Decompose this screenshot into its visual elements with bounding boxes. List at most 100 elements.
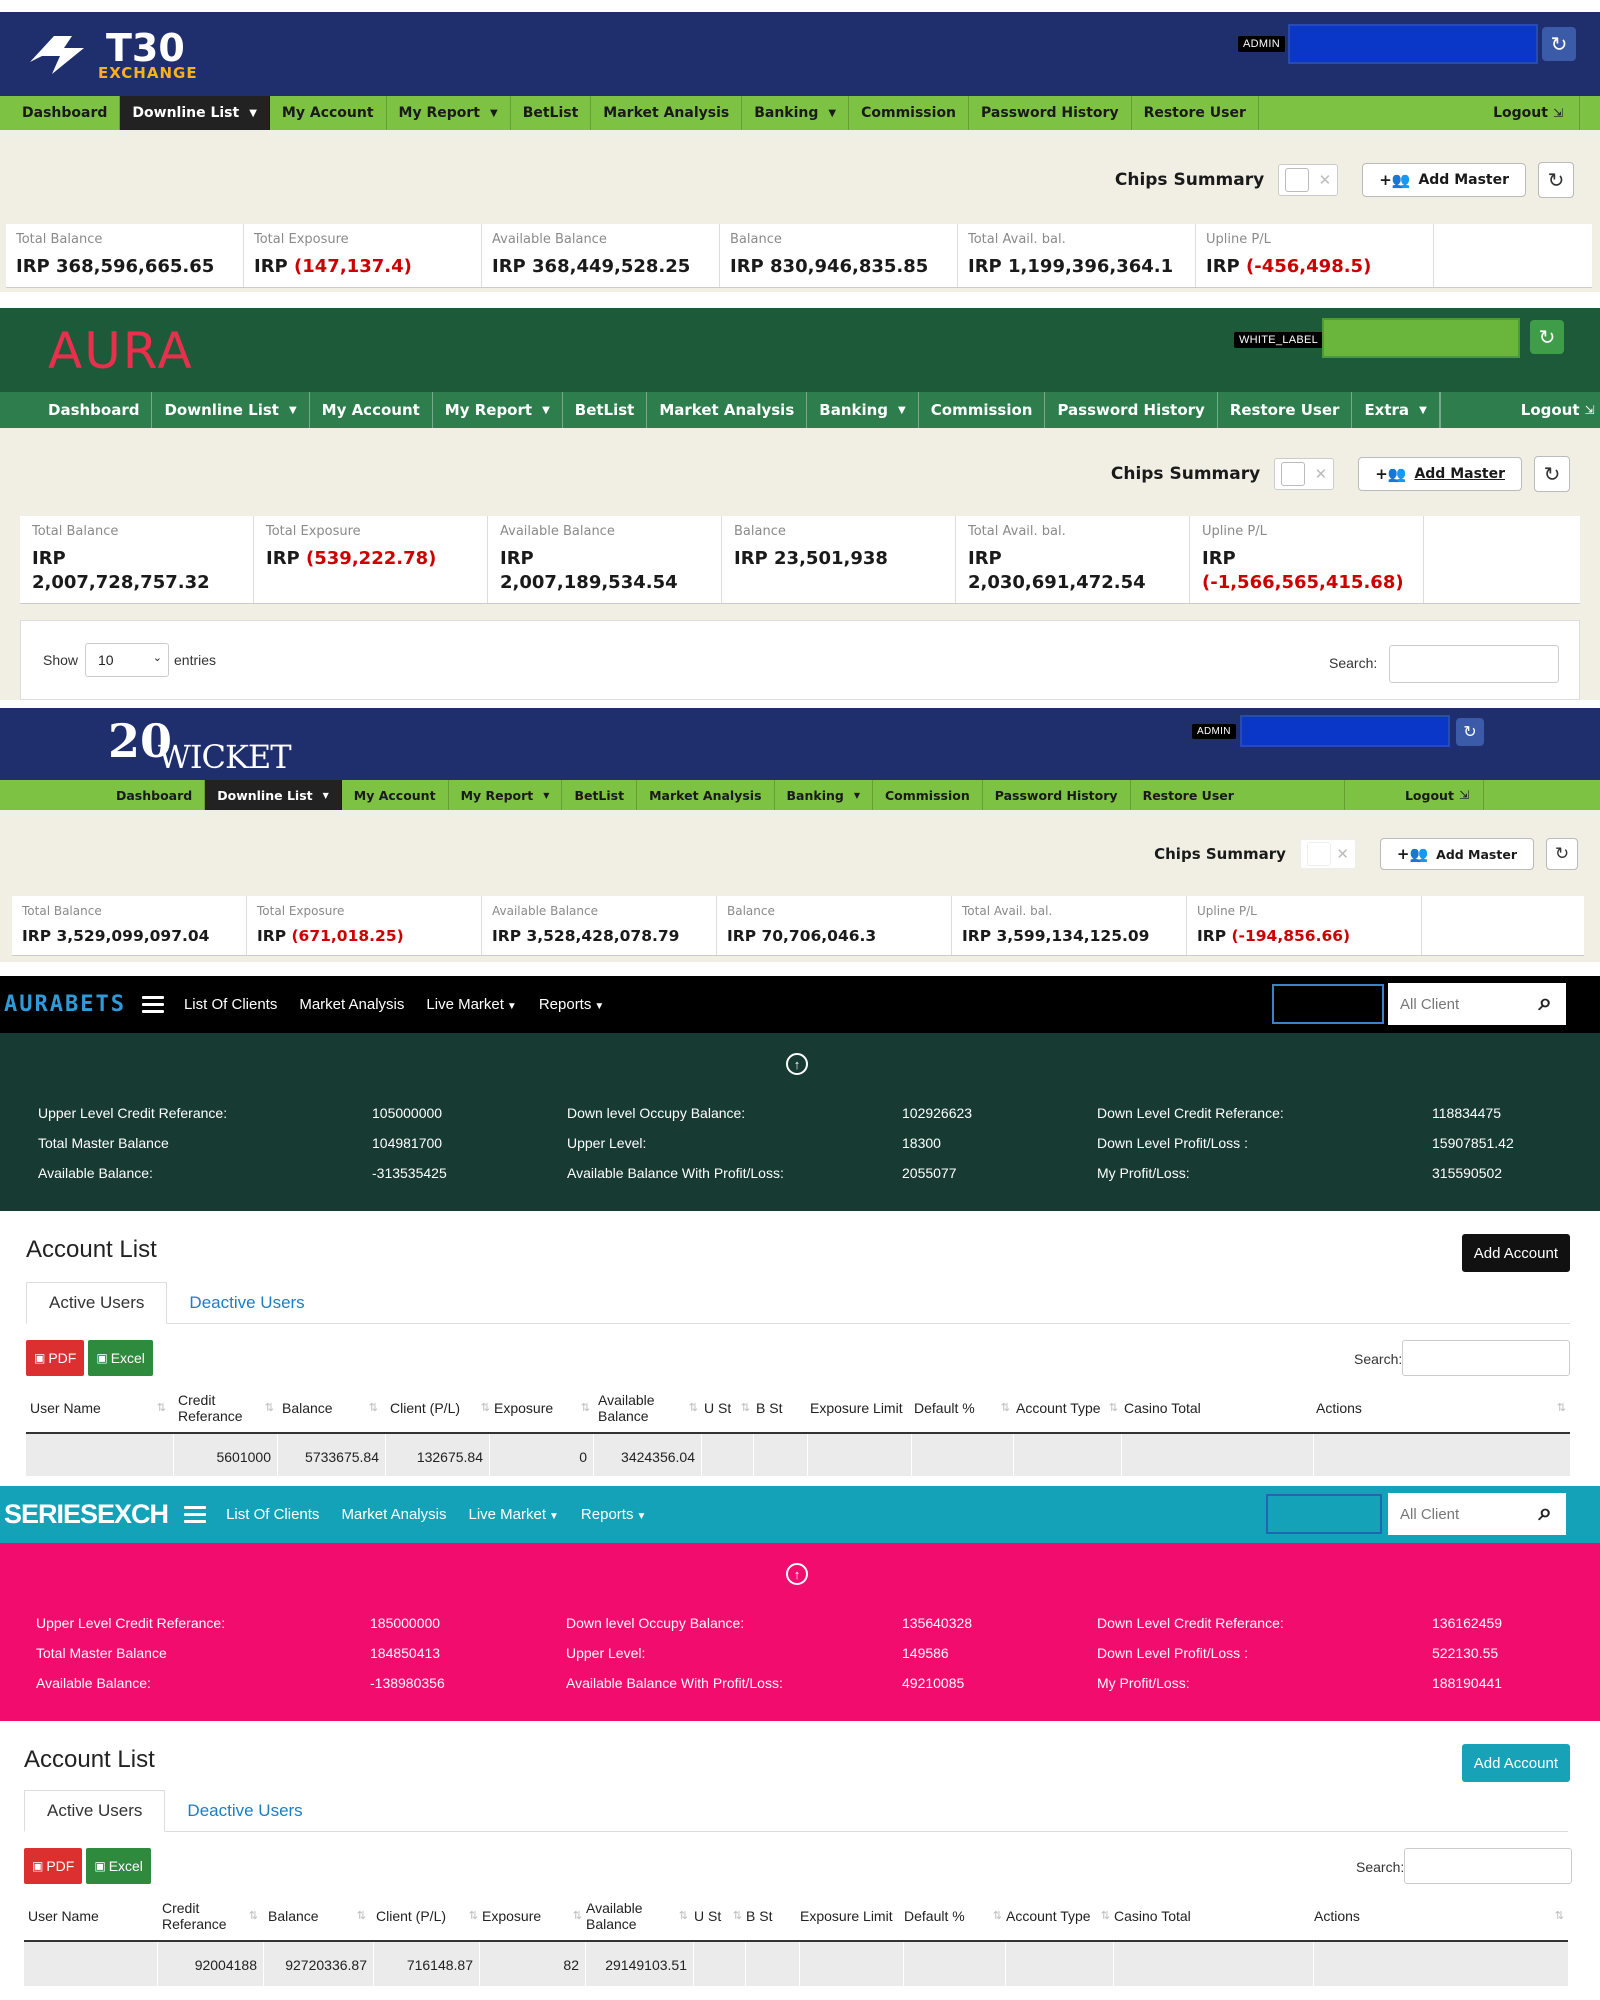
nav-restore-user[interactable]: Restore User <box>1131 780 1246 810</box>
nav-commission[interactable]: Commission <box>873 780 983 810</box>
nav-dashboard[interactable]: Dashboard <box>0 780 206 810</box>
table-row[interactable]: 92004188 92720336.87 716148.87 82 291491… <box>24 1942 1568 1986</box>
col-actions[interactable]: Actions ⇅ <box>1316 1384 1570 1432</box>
header-refresh-button[interactable]: ↻ <box>1530 320 1564 354</box>
nav-market-analysis[interactable]: Market Analysis <box>637 780 775 810</box>
refresh-button[interactable]: ↻ <box>1546 838 1578 870</box>
col-client-pl[interactable]: Client (P/L) ⇅ <box>376 1892 482 1940</box>
nav-password-history[interactable]: Password History <box>969 96 1132 130</box>
nav-market-analysis[interactable]: Market Analysis <box>341 1506 446 1523</box>
col-default-pct[interactable]: Default % ⇅ <box>904 1892 1006 1940</box>
header-refresh-button[interactable]: ↻ <box>1542 27 1576 61</box>
nav-logout[interactable]: Logout ⇲ <box>1343 780 1484 810</box>
col-casino-total[interactable]: Casino Total <box>1124 1384 1314 1432</box>
nav-reports[interactable]: Reports ▼ <box>581 1506 646 1523</box>
chips-summary-toggle[interactable]: ✕ <box>1299 839 1356 869</box>
col-exposure[interactable]: Exposure ⇅ <box>494 1384 594 1432</box>
nav-dashboard[interactable]: Dashboard <box>0 96 121 130</box>
chips-summary-toggle[interactable]: ✕ <box>1278 164 1339 196</box>
refresh-button[interactable]: ↻ <box>1534 456 1570 492</box>
col-credit-referance[interactable]: Credit Referance ⇅ <box>178 1384 278 1432</box>
tab-active-users[interactable]: Active Users <box>24 1790 166 1832</box>
col-credit-referance[interactable]: Credit Referance ⇅ <box>162 1892 262 1940</box>
col-b-st[interactable]: B St <box>746 1892 800 1940</box>
pdf-button[interactable]: ▣ PDF <box>26 1340 85 1376</box>
nav-betlist[interactable]: BetList <box>511 96 592 130</box>
col-account-type[interactable]: Account Type ⇅ <box>1016 1384 1122 1432</box>
col-available-balance[interactable]: Available Balance ⇅ <box>586 1892 692 1940</box>
nav-my-account[interactable]: My Account <box>310 392 433 428</box>
search-icon[interactable]: ⌕ <box>1539 1499 1552 1527</box>
col-available-balance[interactable]: Available Balance ⇅ <box>598 1384 702 1432</box>
nav-market-analysis[interactable]: Market Analysis <box>591 96 743 130</box>
col-exposure[interactable]: Exposure ⇅ <box>482 1892 586 1940</box>
col-default-pct[interactable]: Default % ⇅ <box>914 1384 1014 1432</box>
excel-button[interactable]: ▣ Excel <box>86 1848 151 1884</box>
nav-banking[interactable]: Banking ▼ <box>742 96 850 130</box>
entries-select[interactable]: 10 ⌄ <box>85 643 169 677</box>
col-balance[interactable]: Balance ⇅ <box>268 1892 370 1940</box>
col-u-st[interactable]: U St ⇅ <box>694 1892 746 1940</box>
table-row[interactable]: 5601000 5733675.84 132675.84 0 3424356.0… <box>26 1434 1570 1476</box>
pdf-button[interactable]: ▣ PDF <box>24 1848 83 1884</box>
nav-reports[interactable]: Reports ▼ <box>539 996 604 1013</box>
excel-button[interactable]: ▣ Excel <box>88 1340 153 1376</box>
nav-my-report[interactable]: My Report ▼ <box>387 96 511 130</box>
col-balance[interactable]: Balance ⇅ <box>282 1384 382 1432</box>
client-search-input[interactable]: All Client ⌕ <box>1388 1493 1566 1535</box>
nav-downline-list[interactable]: Downline List ▼ <box>152 392 310 428</box>
search-input[interactable] <box>1389 645 1559 683</box>
nav-logout[interactable]: Logout ⇲ <box>1477 96 1580 130</box>
nav-downline-list[interactable]: Downline List ▼ <box>120 96 270 130</box>
nav-extra[interactable]: Extra ▼ <box>1352 392 1440 428</box>
nav-downline-list[interactable]: Downline List ▼ <box>205 780 342 810</box>
nav-market-analysis[interactable]: Market Analysis <box>647 392 808 428</box>
nav-commission[interactable]: Commission <box>849 96 970 130</box>
add-account-button[interactable]: Add Account <box>1461 1234 1570 1272</box>
col-user-name[interactable]: User Name ⇅ <box>30 1384 170 1432</box>
col-actions[interactable]: Actions ⇅ <box>1314 1892 1568 1940</box>
hamburger-menu-icon[interactable] <box>141 996 164 1013</box>
refresh-button[interactable]: ↻ <box>1538 162 1574 198</box>
nav-logout[interactable]: Logout ⇲ <box>1439 392 1600 428</box>
tab-deactive-users[interactable]: Deactive Users <box>165 1790 324 1831</box>
chips-summary-toggle[interactable]: ✕ <box>1274 458 1335 490</box>
nav-live-market[interactable]: Live Market ▼ <box>468 1506 558 1523</box>
tab-active-users[interactable]: Active Users <box>26 1282 168 1324</box>
search-input[interactable] <box>1402 1340 1570 1376</box>
nav-password-history[interactable]: Password History <box>983 780 1131 810</box>
col-client-pl[interactable]: Client (P/L) ⇅ <box>390 1384 494 1432</box>
add-master-button[interactable]: +👥 Add Master <box>1379 838 1534 870</box>
nav-list-of-clients[interactable]: List Of Clients <box>226 1506 319 1523</box>
nav-list-of-clients[interactable]: List Of Clients <box>184 996 277 1013</box>
header-search-input[interactable] <box>1240 715 1450 747</box>
search-input[interactable] <box>1404 1848 1572 1884</box>
add-master-button[interactable]: +👥 Add Master <box>1362 163 1526 197</box>
nav-commission[interactable]: Commission <box>919 392 1046 428</box>
add-account-button[interactable]: Add Account <box>1461 1744 1570 1782</box>
header-search-input[interactable] <box>1322 318 1520 358</box>
col-b-st[interactable]: B St <box>756 1384 808 1432</box>
add-master-button[interactable]: +👥 Add Master <box>1358 457 1522 491</box>
col-exposure-limit[interactable]: Exposure Limit <box>810 1384 914 1432</box>
nav-my-report[interactable]: My Report ▼ <box>449 780 563 810</box>
nav-betlist[interactable]: BetList <box>563 392 648 428</box>
nav-restore-user[interactable]: Restore User <box>1218 392 1353 428</box>
collapse-up-icon[interactable]: ↑ <box>786 1053 808 1075</box>
header-select-box[interactable] <box>1272 984 1384 1024</box>
nav-password-history[interactable]: Password History <box>1045 392 1218 428</box>
nav-restore-user[interactable]: Restore User <box>1132 96 1259 130</box>
nav-my-account[interactable]: My Account <box>270 96 387 130</box>
header-refresh-button[interactable]: ↻ <box>1456 718 1484 746</box>
search-icon[interactable]: ⌕ <box>1539 989 1552 1017</box>
header-search-input[interactable] <box>1288 24 1538 64</box>
nav-my-report[interactable]: My Report ▼ <box>433 392 563 428</box>
col-user-name[interactable]: User Name <box>28 1892 156 1940</box>
nav-live-market[interactable]: Live Market ▼ <box>426 996 516 1013</box>
col-exposure-limit[interactable]: Exposure Limit <box>800 1892 904 1940</box>
header-select-box[interactable] <box>1266 1494 1382 1534</box>
col-casino-total[interactable]: Casino Total <box>1114 1892 1314 1940</box>
client-search-input[interactable]: All Client ⌕ <box>1388 983 1566 1025</box>
nav-my-account[interactable]: My Account <box>342 780 449 810</box>
tab-deactive-users[interactable]: Deactive Users <box>167 1282 326 1323</box>
